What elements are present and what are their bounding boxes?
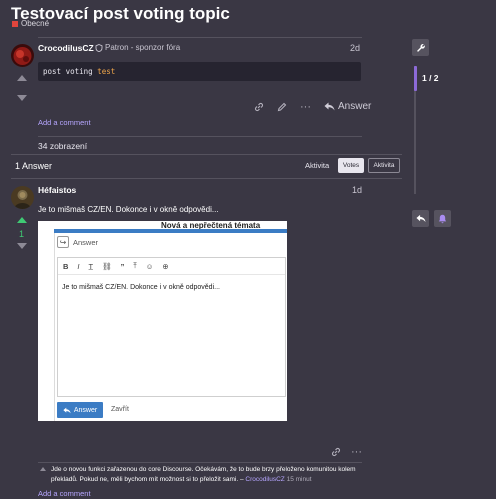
post-date[interactable]: 2d — [350, 43, 360, 53]
comment-author[interactable]: CrocodilusCZ — [245, 476, 284, 483]
screenshot-reply-label: Answer — [73, 237, 99, 247]
screenshot-editor: B I T̲ ⛓ ” ⤒ ☺ ⊕ Je to mišmaš CZ/EN. Dok… — [57, 257, 286, 397]
reply-icon — [415, 214, 426, 223]
screenshot-composer: ↪ Answer B I T̲ ⛓ ” ⤒ ☺ ⊕ Je to mišmaš C… — [54, 233, 287, 421]
comment: Jde o novou funkci zařazenou do core Dis… — [51, 465, 366, 484]
tab-aktivita[interactable]: Aktivita — [368, 158, 400, 173]
answer-username[interactable]: Héfaistos — [38, 185, 76, 195]
sort-label: Aktivita — [305, 161, 330, 170]
reply-button[interactable] — [412, 210, 429, 227]
screenshot-editor-text: Je to mišmaš CZ/EN. Dokonce i v okně odp… — [62, 284, 220, 291]
vote-count: 1 — [19, 229, 25, 239]
quote-icon: ” — [120, 261, 125, 271]
add-comment-link[interactable]: Add a comment — [38, 489, 91, 498]
category-label: Obecné — [21, 19, 50, 28]
code-block: post voting test — [38, 62, 361, 81]
user-title: Patron - sponzor fóra — [95, 43, 180, 52]
code-text: post voting — [43, 67, 98, 76]
reply-icon — [324, 102, 335, 111]
tab-votes[interactable]: Votes — [338, 158, 364, 173]
post-username[interactable]: CrocodilusCZ — [38, 43, 94, 53]
divider — [11, 178, 402, 179]
more-icon[interactable]: ··· — [300, 101, 311, 112]
code-keyword: test — [97, 67, 116, 76]
answer-button[interactable]: Answer — [324, 101, 371, 112]
upvote-button[interactable] — [17, 217, 27, 223]
divider — [11, 154, 402, 155]
category-color-square — [12, 20, 18, 27]
screenshot-reply-header: ↪ Answer — [57, 236, 98, 248]
avatar[interactable] — [11, 186, 34, 209]
share-icon: ↪ — [57, 236, 69, 248]
category-badge[interactable]: Obecné — [12, 19, 49, 28]
timeline-handle[interactable] — [414, 66, 417, 91]
pencil-icon[interactable] — [277, 102, 287, 112]
post-divider — [38, 37, 362, 38]
answers-count: 1 Answer — [15, 161, 53, 171]
link-icon: ⛓ — [102, 261, 112, 271]
heading-icon: T̲ — [88, 261, 94, 271]
reply-icon — [63, 407, 71, 413]
downvote-button[interactable] — [17, 243, 27, 249]
divider — [38, 136, 362, 137]
shield-icon — [95, 43, 103, 52]
avatar[interactable] — [11, 44, 34, 67]
screenshot-close-label: Zavřít — [111, 406, 129, 413]
add-comment-link[interactable]: Add a comment — [38, 118, 91, 127]
plus-circle-icon: ⊕ — [162, 261, 169, 271]
italic-icon: I — [77, 261, 80, 271]
views-count: 34 zobrazení — [38, 141, 88, 151]
divider — [38, 462, 362, 463]
answer-button-label: Answer — [338, 101, 372, 112]
screenshot-toolbar: B I T̲ ⛓ ” ⤒ ☺ ⊕ — [58, 258, 285, 275]
post-actions: ··· Answer — [254, 101, 371, 112]
wrench-icon — [416, 43, 425, 52]
more-icon[interactable]: ··· — [351, 446, 362, 458]
link-icon[interactable] — [331, 447, 341, 457]
emoji-icon: ☺ — [145, 261, 154, 271]
timeline-position: 1 / 2 — [422, 73, 439, 83]
downvote-button[interactable] — [17, 95, 27, 101]
bold-icon: B — [63, 261, 69, 271]
comment-upvote-button[interactable] — [40, 467, 46, 471]
answer-text: Je to mišmaš CZ/EN. Dokonce i v okně odp… — [38, 205, 219, 214]
answer-date[interactable]: 1d — [352, 185, 362, 195]
comment-separator: – — [239, 475, 244, 483]
link-icon[interactable] — [254, 102, 264, 112]
bell-icon — [438, 214, 447, 223]
comment-time: 15 minut — [286, 475, 312, 483]
screenshot-answer-label: Answer — [73, 406, 98, 414]
notification-button[interactable] — [434, 210, 451, 227]
user-title-label: Patron - sponzor fóra — [105, 43, 181, 52]
admin-wrench-button[interactable] — [412, 39, 429, 56]
embedded-screenshot[interactable]: Nová a nepřečtená témata ↪ Answer B I T̲… — [38, 221, 287, 421]
screenshot-answer-button: Answer — [57, 402, 103, 418]
upload-icon: ⤒ — [133, 261, 137, 270]
upvote-button[interactable] — [17, 75, 27, 81]
